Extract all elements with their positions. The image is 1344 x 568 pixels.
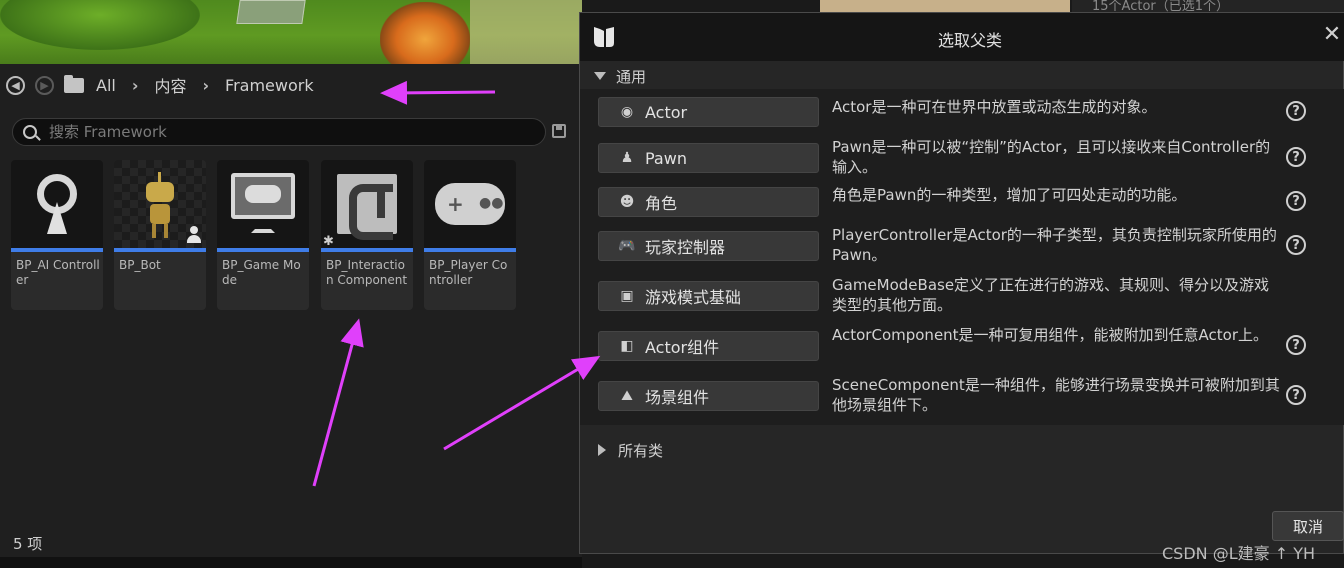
asset-label: BP_AI Controller: [16, 258, 100, 287]
asset-tile-game-mode[interactable]: BP_Game Mode: [217, 160, 309, 310]
asset-thumbnail: ✱: [321, 160, 413, 249]
game-mode-monitor-icon: [231, 173, 295, 235]
class-description: 角色是Pawn的一种类型，增加了可四处走动的功能。: [832, 186, 1187, 204]
item-count: 5 项: [13, 535, 43, 553]
actor-icon: ◉: [620, 104, 634, 120]
folder-icon[interactable]: [64, 74, 84, 93]
ai-controller-icon: [35, 174, 79, 234]
asset-label: BP_Interaction Component: [326, 258, 408, 287]
gear-badge-icon: ✱: [323, 234, 334, 249]
robot-icon: [140, 168, 180, 240]
scene-component-button[interactable]: ⛰ 场景组件: [598, 381, 819, 411]
help-icon[interactable]: ?: [1286, 147, 1306, 167]
dialog-title: 选取父类: [937, 31, 1002, 50]
asset-type-bar: [11, 248, 103, 252]
asset-type-bar: [424, 248, 516, 252]
breadcrumb: ◀ ▶ All › 内容 › Framework: [0, 64, 582, 106]
asset-tile-player-controller[interactable]: + ●● BP_Player Controller: [424, 160, 516, 310]
asset-thumbnail: [11, 160, 103, 248]
section-common-label: 通用: [616, 67, 647, 86]
scene-component-icon: ⛰: [621, 388, 633, 404]
section-common-header[interactable]: 通用: [594, 65, 646, 87]
pick-parent-class-dialog: 选取父类 ✕ 通用 ◉ Actor Actor是一种可在世界中放置或动态生成的对…: [579, 12, 1344, 563]
watermark: CSDN @L建豪 ↑ YH: [1162, 544, 1316, 563]
help-icon[interactable]: ?: [1286, 235, 1306, 255]
asset-tile-interaction-component[interactable]: ✱ BP_Interaction Component: [321, 160, 413, 310]
asset-label: BP_Game Mode: [222, 258, 301, 287]
asset-thumbnail: [217, 160, 309, 248]
search-icon: [23, 125, 37, 139]
class-label: Pawn: [645, 148, 687, 168]
asset-tile-bot[interactable]: BP_Bot: [114, 160, 206, 310]
search-input[interactable]: [49, 123, 519, 141]
asset-label: BP_Bot: [119, 258, 161, 272]
breadcrumb-all[interactable]: All: [96, 76, 116, 95]
class-description: Actor是一种可在世界中放置或动态生成的对象。: [832, 98, 1157, 116]
actor-component-button[interactable]: ◧ Actor组件: [598, 331, 819, 361]
class-description: GameModeBase定义了正在进行的游戏、其规则、得分以及游戏类型的其他方面…: [832, 276, 1270, 314]
actor-button[interactable]: ◉ Actor: [598, 97, 819, 127]
asset-thumbnail: + ●●: [424, 160, 516, 248]
common-class-list: ◉ Actor Actor是一种可在世界中放置或动态生成的对象。 ? ♟ Paw…: [580, 89, 1344, 425]
asset-label: BP_Player Controller: [429, 258, 508, 287]
pawn-button[interactable]: ♟ Pawn: [598, 143, 819, 173]
level-viewport[interactable]: [0, 0, 582, 64]
breadcrumb-content[interactable]: 内容: [154, 73, 186, 97]
gamepad-icon: 🎮: [618, 238, 636, 254]
character-button[interactable]: ☻ 角色: [598, 187, 819, 217]
asset-type-bar: [114, 248, 206, 252]
game-mode-base-button[interactable]: ▣ 游戏模式基础: [598, 281, 819, 311]
help-icon[interactable]: ?: [1286, 101, 1306, 121]
asset-type-bar: [217, 248, 309, 252]
class-description: PlayerController是Actor的一种子类型，其负责控制玩家所使用的…: [832, 226, 1277, 264]
chevron-right-icon[interactable]: ›: [132, 76, 139, 95]
dialog-header: 选取父类 ✕: [580, 13, 1344, 61]
chevron-down-icon: [594, 72, 606, 80]
chevron-right-icon: [598, 444, 606, 456]
class-label: Actor: [645, 102, 688, 122]
close-icon[interactable]: ✕: [1322, 24, 1342, 46]
asset-type-bar: [321, 248, 413, 252]
breadcrumb-framework[interactable]: Framework: [225, 76, 314, 95]
viewport-rock: [236, 0, 306, 24]
class-description: ActorComponent是一种可复用组件，能被附加到任意Actor上。: [832, 326, 1269, 344]
asset-thumbnail: [114, 160, 206, 248]
game-mode-icon: ▣: [620, 288, 634, 304]
viewport-plant: [380, 2, 470, 64]
back-icon[interactable]: ◀: [6, 75, 25, 95]
forward-icon[interactable]: ▶: [35, 75, 54, 95]
class-description: SceneComponent是一种组件，能够进行场景变换并可被附加到其他场景组件…: [832, 376, 1280, 414]
component-icon: [337, 174, 397, 240]
player-controller-button[interactable]: 🎮 玩家控制器: [598, 231, 819, 261]
class-label: Actor组件: [645, 338, 720, 357]
viewport-foliage: [0, 0, 200, 50]
cancel-button[interactable]: 取消: [1272, 511, 1344, 541]
class-label: 玩家控制器: [645, 238, 726, 257]
section-all-classes-header[interactable]: 所有类: [594, 439, 663, 461]
actor-component-icon: ◧: [620, 338, 634, 354]
class-label: 场景组件: [645, 388, 710, 407]
help-icon[interactable]: ?: [1286, 335, 1306, 355]
gamepad-icon: + ●●: [435, 183, 505, 225]
content-browser: ◀ ▶ All › 内容 › Framework BP_AI Controlle…: [0, 64, 582, 568]
pawn-icon: ♟: [620, 150, 634, 166]
asset-tile-ai-controller[interactable]: BP_AI Controller: [11, 160, 103, 310]
status-bar: [0, 557, 582, 568]
class-description: Pawn是一种可以被“控制”的Actor，且可以接收来自Controller的输…: [832, 138, 1271, 176]
viewport-ground: [470, 0, 582, 64]
help-icon[interactable]: ?: [1286, 385, 1306, 405]
search-box: [12, 118, 546, 146]
section-all-label: 所有类: [618, 441, 664, 460]
chevron-right-icon[interactable]: ›: [202, 76, 209, 95]
class-label: 角色: [645, 194, 678, 213]
class-label: 游戏模式基础: [645, 288, 742, 307]
save-search-icon[interactable]: [552, 124, 566, 138]
pawn-badge-icon: [186, 226, 202, 244]
character-icon: ☻: [619, 194, 635, 210]
help-icon[interactable]: ?: [1286, 191, 1306, 211]
